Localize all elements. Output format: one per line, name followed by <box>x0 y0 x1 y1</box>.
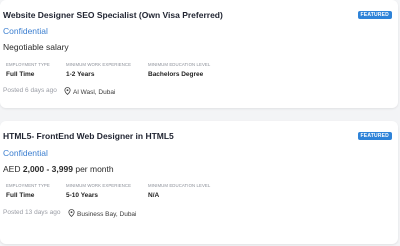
employment-type-label: EMPLOYMENT TYPE <box>6 62 50 67</box>
posted-date: Posted 13 days ago <box>3 209 61 216</box>
job-location: Al Wasl, Dubai <box>64 87 115 97</box>
job-location: Business Bay, Dubai <box>68 209 137 219</box>
featured-badge: FEATURED <box>357 11 392 19</box>
education-level-label: MINIMUM EDUCATION LEVEL <box>148 62 211 67</box>
company-name[interactable]: Confidential <box>3 148 48 158</box>
map-pin-icon <box>64 87 71 97</box>
map-pin-icon <box>68 209 75 219</box>
employment-type-value: Full Time <box>6 71 35 78</box>
job-title[interactable]: Website Designer SEO Specialist (Own Vis… <box>3 10 223 20</box>
work-experience-label: MINIMUM WORK EXPERIENCE <box>66 183 132 188</box>
salary-range: 2,000 - 3,999 <box>22 164 73 174</box>
location-text: Al Wasl, Dubai <box>73 89 116 96</box>
job-card[interactable]: HTML5- FrontEnd Web Designer in HTML5 FE… <box>0 121 398 244</box>
posted-date: Posted 6 days ago <box>3 87 57 94</box>
salary-text: Negotiable salary <box>3 42 69 52</box>
education-level-label: MINIMUM EDUCATION LEVEL <box>148 183 211 188</box>
job-title[interactable]: HTML5- FrontEnd Web Designer in HTML5 <box>3 131 174 141</box>
work-experience: MINIMUM WORK EXPERIENCE 1-2 Years <box>66 62 131 78</box>
salary-text: AED 2,000 - 3,999 per month <box>3 164 114 174</box>
education-level: MINIMUM EDUCATION LEVEL Bachelors Degree <box>148 62 210 78</box>
education-level-value: Bachelors Degree <box>148 71 204 78</box>
employment-type-label: EMPLOYMENT TYPE <box>6 183 50 188</box>
company-name[interactable]: Confidential <box>3 26 48 36</box>
work-experience: MINIMUM WORK EXPERIENCE 5-10 Years <box>66 183 131 199</box>
work-experience-value: 1-2 Years <box>66 71 95 78</box>
work-experience-value: 5-10 Years <box>66 192 99 199</box>
employment-type-value: Full Time <box>6 192 35 199</box>
featured-badge: FEATURED <box>357 132 392 140</box>
salary-period: per month <box>75 164 114 174</box>
work-experience-label: MINIMUM WORK EXPERIENCE <box>66 62 132 67</box>
employment-type: EMPLOYMENT TYPE Full Time <box>6 183 50 199</box>
job-card[interactable]: Website Designer SEO Specialist (Own Vis… <box>0 0 398 108</box>
location-text: Business Bay, Dubai <box>77 211 137 218</box>
salary-currency: AED <box>3 164 21 174</box>
employment-type: EMPLOYMENT TYPE Full Time <box>6 62 50 78</box>
education-level: MINIMUM EDUCATION LEVEL N/A <box>148 183 210 199</box>
education-level-value: N/A <box>148 192 160 199</box>
